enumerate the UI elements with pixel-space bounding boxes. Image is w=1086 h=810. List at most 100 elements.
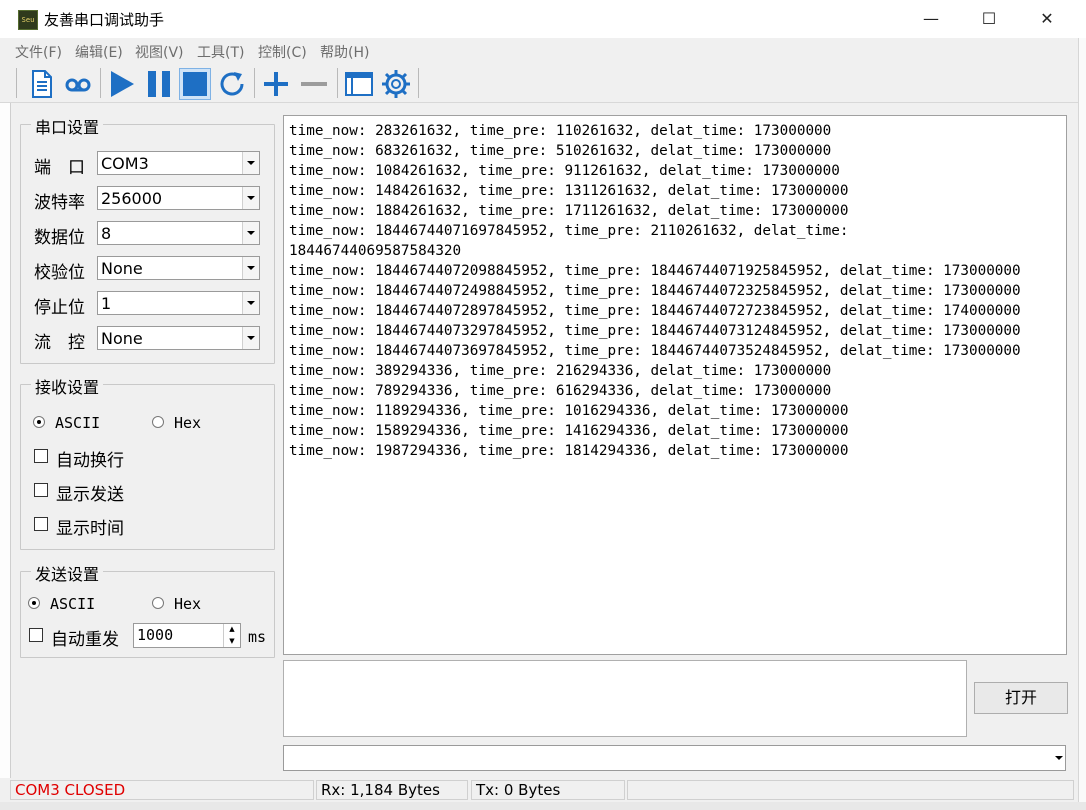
menu-help[interactable]: 帮助(H) — [320, 42, 369, 62]
menu-bar: 文件(F) 编辑(E) 视图(V) 工具(T) 控制(C) 帮助(H) — [0, 38, 1078, 62]
menu-tools[interactable]: 工具(T) — [197, 42, 244, 62]
chevron-down-icon[interactable] — [242, 152, 259, 174]
receive-line: time_now: 1484261632, time_pre: 13112616… — [289, 183, 849, 199]
flow-control-select[interactable]: None — [97, 326, 260, 350]
data-bits-select[interactable]: 8 — [97, 221, 260, 245]
close-button[interactable]: ✕ — [1018, 0, 1076, 38]
show-time-checkbox[interactable] — [34, 517, 48, 531]
play-icon[interactable] — [106, 68, 138, 100]
parity-label: 校验位 — [34, 263, 85, 283]
baud-rate-select[interactable]: 256000 — [97, 186, 260, 210]
maximize-button[interactable]: ☐ — [960, 0, 1018, 38]
receive-textarea[interactable]: time_now: 283261632, time_pre: 110261632… — [283, 115, 1067, 655]
receive-line: time_now: 1589294336, time_pre: 14162943… — [289, 423, 849, 439]
open-button[interactable]: 打开 — [974, 682, 1068, 714]
status-extra — [627, 780, 1074, 800]
receive-line: time_now: 1987294336, time_pre: 18142943… — [289, 443, 849, 459]
receive-line: time_now: 283261632, time_pre: 110261632… — [289, 123, 832, 139]
minimize-button[interactable]: — — [902, 0, 960, 38]
receive-line: time_now: 18446744072498845952, time_pre… — [289, 283, 1021, 299]
auto-wrap-checkbox[interactable] — [34, 449, 48, 463]
send-ascii-radio[interactable] — [28, 597, 40, 609]
background-window-left — [0, 100, 11, 780]
document-icon[interactable] — [25, 68, 57, 100]
receive-line: time_now: 1084261632, time_pre: 91126163… — [289, 163, 840, 179]
send-ascii-label: ASCII — [50, 595, 96, 613]
title-bar: Seu 友善串口调试助手 — ☐ ✕ — [0, 0, 1086, 38]
receive-line: time_now: 18446744073697845952, time_pre… — [289, 343, 1021, 359]
chevron-down-icon[interactable] — [242, 257, 259, 279]
serial-settings-title: 串口设置 — [31, 114, 104, 138]
status-bar: COM3 CLOSED Rx: 1,184 Bytes Tx: 0 Bytes — [0, 778, 1078, 802]
chevron-down-icon[interactable] — [1055, 756, 1063, 760]
receive-hex-label: Hex — [174, 414, 202, 432]
refresh-icon[interactable] — [216, 68, 248, 100]
stepper-down-icon[interactable]: ▼ — [223, 635, 240, 647]
receive-ascii-label: ASCII — [55, 414, 101, 432]
toolbar-separator — [16, 68, 17, 98]
toolbar-separator — [254, 68, 255, 98]
rx-count: Rx: 1,184 Bytes — [316, 780, 468, 800]
receive-line: time_now: 1189294336, time_pre: 10162943… — [289, 403, 849, 419]
gear-icon[interactable] — [380, 68, 412, 100]
menu-file[interactable]: 文件(F) — [15, 42, 62, 62]
auto-resend-checkbox[interactable] — [29, 628, 43, 642]
toolbar-separator — [418, 68, 419, 98]
window-title: 友善串口调试助手 — [44, 11, 165, 29]
port-label: 端 口 — [34, 158, 85, 178]
flow-control-label: 流 控 — [34, 333, 85, 353]
chevron-down-icon[interactable] — [242, 292, 259, 314]
receive-line: time_now: 18446744071697845952, time_pre… — [289, 223, 849, 239]
auto-wrap-label: 自动换行 — [56, 451, 124, 471]
chevron-down-icon[interactable] — [242, 187, 259, 209]
receive-line: time_now: 789294336, time_pre: 616294336… — [289, 383, 832, 399]
data-bits-label: 数据位 — [34, 228, 85, 248]
menu-view[interactable]: 视图(V) — [135, 42, 184, 62]
toolbar-separator — [337, 68, 338, 98]
baud-rate-label: 波特率 — [34, 193, 85, 213]
receive-settings-title: 接收设置 — [31, 374, 104, 398]
chevron-down-icon[interactable] — [242, 222, 259, 244]
background-window — [1078, 38, 1086, 810]
show-send-label: 显示发送 — [56, 485, 124, 505]
auto-resend-label: 自动重发 — [51, 630, 119, 650]
toolbar — [0, 64, 1078, 103]
send-history-select[interactable] — [283, 745, 1066, 771]
pause-icon[interactable] — [143, 68, 175, 100]
stop-bits-label: 停止位 — [34, 298, 85, 318]
parity-select[interactable]: None — [97, 256, 260, 280]
toolbar-separator — [100, 68, 101, 98]
receive-line: time_now: 18446744072897845952, time_pre… — [289, 303, 1021, 319]
resend-interval-stepper[interactable]: 1000 ▲ ▼ — [133, 623, 241, 648]
receive-line: time_now: 1884261632, time_pre: 17112616… — [289, 203, 849, 219]
send-textarea[interactable] — [283, 660, 967, 737]
receive-hex-radio[interactable] — [152, 416, 164, 428]
app-icon: Seu — [18, 10, 38, 30]
receive-line: time_now: 18446744072098845952, time_pre… — [289, 263, 1021, 279]
cassette-icon[interactable] — [62, 68, 94, 100]
send-hex-label: Hex — [174, 595, 202, 613]
show-send-checkbox[interactable] — [34, 483, 48, 497]
stop-bits-select[interactable]: 1 — [97, 291, 260, 315]
receive-ascii-radio[interactable] — [33, 416, 45, 428]
receive-line: time_now: 389294336, time_pre: 216294336… — [289, 363, 832, 379]
send-settings-title: 发送设置 — [31, 561, 104, 585]
stepper-up-icon[interactable]: ▲ — [223, 624, 240, 635]
menu-edit[interactable]: 编辑(E) — [75, 42, 123, 62]
receive-line: time_now: 18446744073297845952, time_pre… — [289, 323, 1021, 339]
send-hex-radio[interactable] — [152, 597, 164, 609]
port-status: COM3 CLOSED — [10, 780, 314, 800]
receive-line: time_now: 683261632, time_pre: 510261632… — [289, 143, 832, 159]
menu-control[interactable]: 控制(C) — [258, 42, 307, 62]
interval-unit: ms — [248, 628, 267, 646]
show-time-label: 显示时间 — [56, 519, 124, 539]
port-select[interactable]: COM3 — [97, 151, 260, 175]
receive-line: 18446744069587584320 — [289, 243, 462, 259]
window-icon[interactable] — [343, 68, 375, 100]
plus-icon[interactable] — [260, 68, 292, 100]
stop-icon[interactable] — [179, 68, 211, 100]
receive-text: time_now: 283261632, time_pre: 110261632… — [289, 121, 1021, 461]
background-window-bottom — [0, 802, 1086, 810]
chevron-down-icon[interactable] — [242, 327, 259, 349]
minus-icon[interactable] — [298, 68, 330, 100]
